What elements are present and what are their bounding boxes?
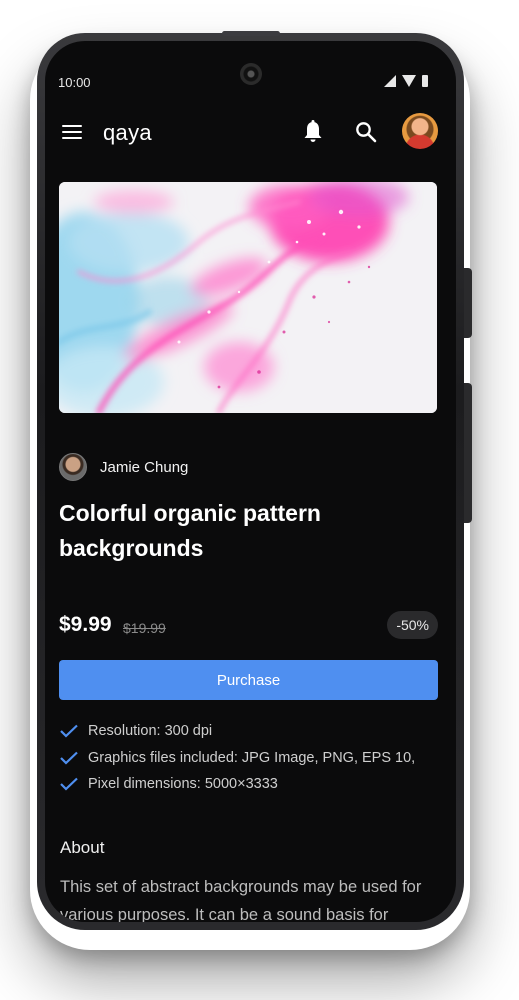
product-title: Colorful organic pattern backgrounds (59, 500, 321, 561)
battery-icon (422, 75, 428, 87)
app-bar: qaya (45, 111, 456, 155)
about-text: This set of abstract backgrounds may be … (60, 878, 422, 922)
status-icons (384, 75, 428, 87)
check-icon (60, 751, 78, 765)
author[interactable]: Jamie Chung (59, 453, 188, 481)
check-icon (60, 724, 78, 738)
wifi-icon (402, 75, 416, 87)
menu-icon[interactable] (62, 124, 82, 140)
search-icon[interactable] (355, 121, 377, 143)
about-heading: About (60, 838, 105, 857)
list-item: Pixel dimensions: 5000×3333 (59, 771, 449, 798)
purchase-button[interactable]: Purchase (59, 660, 438, 700)
price-row: $9.99 $19.99 -50% (59, 611, 438, 641)
phone-frame: 10:00 qaya Jamie Chung Colorful organic … (37, 31, 472, 930)
author-avatar (59, 453, 87, 481)
power-button (464, 268, 472, 338)
feature-text: Pixel dimensions: 5000×3333 (88, 776, 278, 793)
product-image (59, 182, 437, 413)
original-price: $19.99 (123, 620, 166, 636)
status-time: 10:00 (58, 75, 91, 90)
author-name: Jamie Chung (100, 458, 189, 476)
price: $9.99 (59, 613, 112, 636)
feature-list: Resolution: 300 dpi Graphics files inclu… (59, 718, 449, 798)
user-avatar[interactable] (402, 113, 438, 149)
list-item: Resolution: 300 dpi (59, 718, 449, 745)
feature-text: Resolution: 300 dpi (88, 723, 213, 740)
feature-text: Graphics files included: JPG Image, PNG,… (88, 749, 416, 766)
screen: 10:00 qaya Jamie Chung Colorful organic … (45, 41, 456, 922)
check-icon (60, 777, 78, 791)
discount-badge: -50% (387, 611, 438, 639)
list-item: Graphics files included: JPG Image, PNG,… (59, 745, 449, 772)
fluid-art-image (59, 182, 437, 413)
bell-icon[interactable] (303, 120, 323, 144)
front-camera (240, 63, 262, 85)
signal-icon (384, 75, 396, 87)
app-title: qaya (103, 120, 152, 145)
top-speaker (222, 31, 280, 36)
volume-button (464, 383, 472, 523)
